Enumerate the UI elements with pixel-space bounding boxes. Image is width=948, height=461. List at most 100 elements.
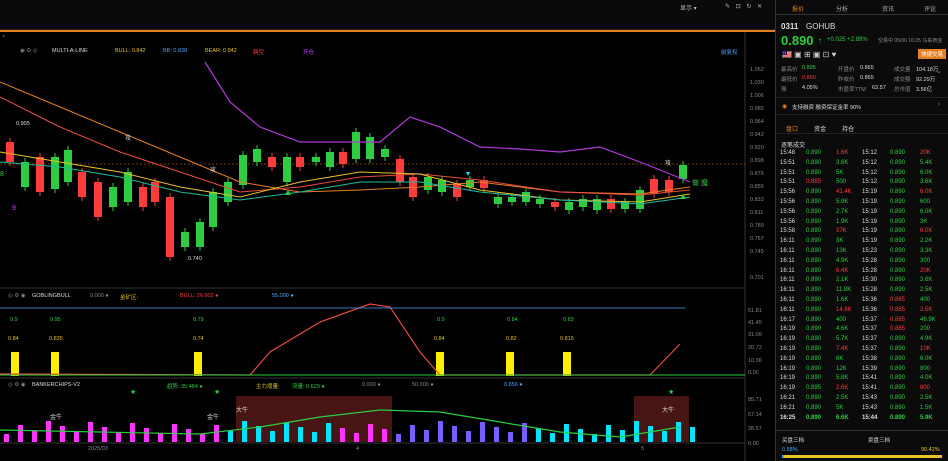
value-tag: 0.82 bbox=[506, 336, 517, 342]
trade-row: 16:11 0.890 11.8K 15:28 0.890 2.5K bbox=[780, 287, 933, 294]
candle-body bbox=[381, 149, 389, 157]
value-tag: 0.9 bbox=[10, 317, 18, 323]
extra-label-2: 开仓 bbox=[303, 50, 315, 56]
candle-body bbox=[312, 157, 320, 162]
histogram-bar bbox=[438, 421, 443, 442]
quick-trade-button[interactable]: 快捷交易 bbox=[918, 49, 947, 59]
candle-body bbox=[283, 157, 291, 182]
yellow-bar bbox=[194, 352, 202, 376]
ask-depth-label: 卖盘三档 bbox=[868, 438, 891, 444]
bid-depth-label: 买盘三档 bbox=[782, 438, 805, 444]
candle-body bbox=[296, 157, 304, 167]
panel-icons[interactable]: ◎ ⚙ ◉ bbox=[8, 382, 26, 388]
trade-row: 15:56 0.890 5.9K 15:19 0.890 600 bbox=[780, 199, 931, 205]
histogram-bar bbox=[326, 423, 331, 442]
candle-body bbox=[78, 172, 86, 197]
trade-row: 15:56 0.890 1.9K 15:19 0.890 3K bbox=[780, 218, 928, 225]
trade-row: 16:19 0.890 5.7K 15:37 0.890 4.9K bbox=[780, 336, 933, 343]
panel-icons[interactable]: ◎ ⚙ ◉ bbox=[8, 293, 26, 299]
candle-body bbox=[494, 197, 502, 204]
value-tag: 0.84 bbox=[507, 317, 518, 323]
trades-title: 逐笔成交 bbox=[781, 143, 806, 149]
trade-row: 16:25 0.890 6.6K 15:44 0.890 5.9K bbox=[780, 414, 933, 421]
display-menu[interactable]: 显示 ▾ bbox=[680, 3, 697, 12]
trade-row: 16:11 0.890 13K 15:23 0.890 3.3K bbox=[780, 248, 933, 254]
margin-text: 支持融资 融资保证金率 90% bbox=[792, 105, 862, 111]
high-value: 0.895 bbox=[802, 65, 816, 71]
histogram-bar bbox=[228, 430, 233, 442]
margin-banner[interactable]: ◉ 支持融资 融资保证金率 90% › bbox=[776, 97, 948, 115]
chart-tag: 攻 bbox=[665, 161, 672, 167]
trade-row: 16:11 0.890 1.6K 15:36 0.885 400 bbox=[780, 297, 931, 303]
histogram-bar bbox=[242, 421, 247, 442]
value-tag: 0.9 bbox=[437, 317, 445, 323]
tab-quote[interactable]: 报价 bbox=[792, 4, 804, 13]
histogram-bar bbox=[396, 434, 401, 442]
trade-row: 15:48 0.890 1.6K 15:12 0.890 20K bbox=[780, 150, 931, 156]
last-price: 0.890 bbox=[781, 33, 814, 48]
tab-holdings[interactable]: 持仓 bbox=[842, 124, 854, 133]
candle-body bbox=[551, 202, 559, 207]
candle-body bbox=[239, 155, 247, 185]
price-adjust-button[interactable]: 前复权 bbox=[721, 48, 738, 56]
candle-body bbox=[6, 142, 14, 162]
ma-line-teal bbox=[0, 161, 691, 205]
signal-tag: 金牛 bbox=[50, 415, 63, 421]
panel2-v2: BULL: 26.902 ● bbox=[180, 293, 219, 299]
value-tag: 0.79 bbox=[193, 317, 204, 323]
candle-body bbox=[124, 172, 132, 202]
pe-value: 63.57 bbox=[872, 85, 886, 91]
yellow-bar bbox=[506, 352, 514, 376]
open-label: 开盘价 bbox=[838, 67, 855, 73]
panel3-v4: 0.000 ● bbox=[362, 382, 381, 388]
trade-row: 16:19 0.890 6K 15:38 0.890 6.0K bbox=[780, 355, 933, 362]
ask-percent: 90.42% bbox=[921, 447, 940, 453]
trade-row: 16:11 0.890 3K 15:19 0.890 2.2K bbox=[780, 238, 933, 245]
value-tag: 0.84 bbox=[8, 336, 19, 342]
histogram-bar bbox=[214, 425, 219, 442]
panel2-red-line bbox=[0, 303, 681, 376]
candle-body bbox=[326, 152, 334, 167]
toolbar-icons[interactable]: ✎ ⊡ ↻ ✕ bbox=[725, 3, 764, 10]
histogram-bar bbox=[186, 429, 191, 442]
yellow-bar bbox=[563, 352, 571, 376]
trade-row: 15:51 0.890 3.6K 15:12 0.890 5.4K bbox=[780, 159, 933, 166]
histogram-bar bbox=[144, 428, 149, 442]
stock-code: 0311 bbox=[781, 22, 799, 31]
tab-news[interactable]: 资讯 bbox=[882, 4, 894, 13]
tab-capital[interactable]: 资金 bbox=[814, 124, 826, 133]
histogram-bar bbox=[312, 432, 317, 442]
close-icon[interactable]: × bbox=[2, 34, 5, 40]
trade-row: 15:58 0.890 37K 15:19 0.890 6.0K bbox=[780, 228, 933, 235]
trade-row: 16:11 0.890 14.8K 15:36 0.885 2.5K bbox=[780, 306, 933, 313]
trade-row: 15:56 0.890 41.4K 15:19 0.890 6.0K bbox=[780, 189, 933, 196]
x-axis-label: 5 bbox=[641, 446, 645, 452]
amplitude-label: 振 bbox=[781, 87, 787, 93]
tab-comments[interactable]: 评论 bbox=[924, 4, 936, 13]
settings-icons[interactable]: ◉ ⚙ ◎ bbox=[20, 48, 38, 54]
trade-row: 16:19 0.890 5.8K 15:41 0.890 4.0K bbox=[780, 375, 933, 382]
top-toolbar: 显示 ▾ ✎ ⊡ ↻ ✕ bbox=[0, 0, 775, 30]
histogram-bar bbox=[424, 430, 429, 442]
panel3-name: BANKERCHIPS-V2 bbox=[32, 382, 80, 388]
histogram-bar bbox=[536, 428, 541, 442]
trade-row: 16:19 0.895 2.6K 15:41 0.890 800 bbox=[780, 385, 931, 392]
trade-row: 16:21 0.890 5K 15:43 0.890 1.5K bbox=[780, 404, 933, 411]
quote-panel: 报价 分析 资讯 评论 0311 GOHUB 0.890 ↑ +0.025 +2… bbox=[775, 0, 948, 461]
tab-order-book[interactable]: 盘口 bbox=[786, 124, 798, 133]
histogram-bar bbox=[480, 422, 485, 442]
value-tag: 0.95 bbox=[50, 317, 61, 323]
price-up-icon: ↑ bbox=[818, 36, 822, 45]
expand-icon[interactable]: ⌄ bbox=[936, 67, 942, 75]
candle-body bbox=[607, 199, 615, 209]
candle-body bbox=[21, 162, 29, 187]
tab-analysis[interactable]: 分析 bbox=[836, 4, 848, 13]
value-tag: 0.83 bbox=[563, 317, 574, 323]
bear-value: BEAR: 0.842 bbox=[205, 48, 237, 54]
histogram-bar bbox=[116, 432, 121, 442]
histogram-bar bbox=[452, 426, 457, 442]
histogram-bar bbox=[102, 427, 107, 442]
chart-area[interactable]: ★ ★ ★ × ◉ ⚙ ◎ MULTI-A-LINE BULL: 0.842 BB:… bbox=[0, 32, 775, 461]
histogram-bar bbox=[494, 427, 499, 442]
candle-body bbox=[109, 187, 117, 207]
